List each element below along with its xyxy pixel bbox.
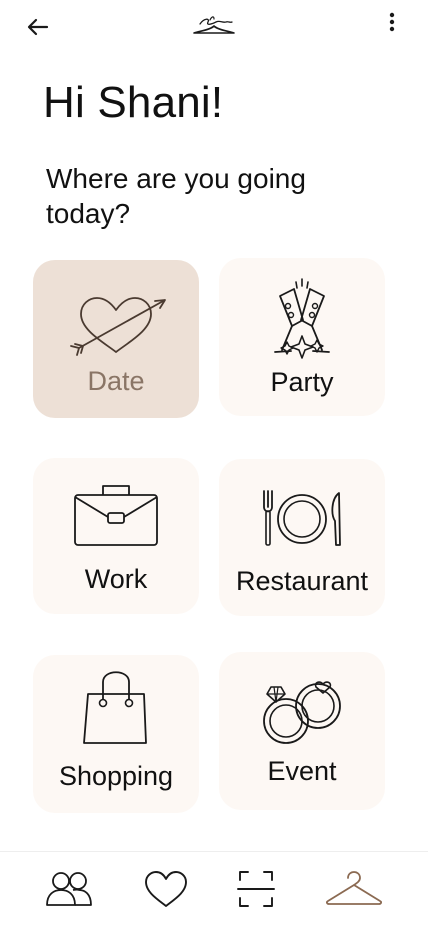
occasion-label-event: Event	[267, 756, 337, 786]
bottom-navigation-bar	[0, 851, 428, 927]
heart-icon	[145, 871, 187, 907]
greeting-title: Hi Shani!	[43, 78, 224, 127]
people-icon	[46, 872, 92, 906]
app-logo	[190, 12, 238, 38]
nav-favorites-button[interactable]	[137, 866, 195, 914]
fork-plate-knife-icon	[263, 490, 341, 546]
nav-scan-button[interactable]	[227, 866, 285, 914]
occasion-label-party: Party	[270, 367, 334, 397]
hanger-logo-icon	[193, 16, 235, 34]
arrow-left-icon	[27, 18, 49, 36]
occasion-tile-event[interactable]: Event	[219, 652, 385, 810]
top-app-bar	[0, 0, 428, 56]
occasion-label-work: Work	[84, 564, 148, 594]
occasion-tile-restaurant[interactable]: Restaurant	[219, 459, 385, 616]
back-button[interactable]	[22, 12, 54, 44]
heart-arrow-icon	[70, 297, 166, 356]
occasion-tile-date[interactable]: Date	[33, 260, 199, 418]
occasion-label-restaurant: Restaurant	[235, 566, 369, 596]
wedding-rings-icon	[263, 681, 341, 744]
shopping-bag-icon	[83, 671, 147, 744]
occasion-tile-party[interactable]: Party	[219, 258, 385, 416]
nav-wardrobe-button[interactable]	[324, 866, 384, 914]
occasion-tile-shopping[interactable]: Shopping	[33, 655, 199, 813]
hanger-icon	[326, 871, 382, 905]
destination-question: Where are you going today?	[46, 163, 306, 229]
more-vertical-icon	[389, 12, 395, 32]
occasion-label-date: Date	[87, 366, 145, 396]
occasion-tile-work[interactable]: Work	[33, 458, 199, 614]
occasion-label-shopping: Shopping	[58, 761, 174, 791]
nav-people-button[interactable]	[40, 866, 98, 914]
briefcase-icon	[74, 485, 158, 546]
scan-icon	[237, 871, 275, 907]
more-options-button[interactable]	[380, 8, 404, 36]
champagne-toast-icon	[274, 278, 330, 359]
